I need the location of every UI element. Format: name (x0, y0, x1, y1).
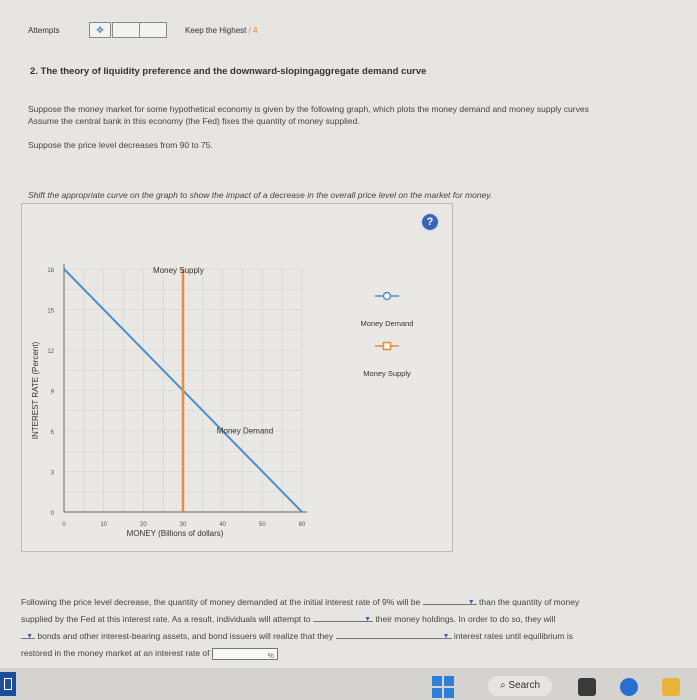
x-axis-label: MONEY (Billions of dollars) (127, 529, 224, 538)
sentence-1a: Following the price level decrease, the … (21, 597, 421, 607)
x-tick-label: 10 (100, 522, 107, 528)
x-tick-label: 60 (299, 522, 306, 528)
windows-start-icon[interactable] (432, 676, 454, 698)
app-icon[interactable] (0, 672, 16, 696)
sentence-3a: bonds and other interest-bearing assets,… (37, 631, 334, 641)
attempt-slot (112, 22, 140, 38)
y-tick-label: 12 (47, 349, 54, 355)
sentence-3b: interest rates until equilibrium is (453, 631, 573, 641)
search-label: Search (508, 680, 541, 691)
file-explorer-icon[interactable] (578, 678, 596, 696)
question-text: Following the price level decrease, the … (21, 594, 691, 662)
y-tick-label: 6 (51, 430, 55, 436)
x-tick-label: 40 (219, 522, 226, 528)
attempt-indicator: ✥ (89, 22, 111, 38)
sentence-2b: their money holdings. In order to do so,… (375, 614, 556, 624)
x-tick-label: 30 (180, 522, 187, 528)
browser-icon[interactable] (620, 678, 638, 696)
keep-label: Keep the Highest (185, 26, 247, 35)
y-tick-label: 9 (51, 390, 55, 396)
interest-rate-input[interactable]: % (211, 647, 278, 660)
legend-supply-label: Money Supply (363, 369, 411, 378)
y-tick-label: 3 (51, 471, 55, 477)
sentence-1b: than the quantity of money (479, 597, 580, 607)
y-tick-label: 0 (51, 511, 55, 517)
supply-curve-label: Money Supply (153, 266, 204, 275)
demand-curve-label: Money Demand (217, 427, 273, 436)
quantity-comparison-dropdown[interactable]: ▼ (422, 594, 477, 606)
percent-unit: % (267, 652, 274, 660)
holdings-action-dropdown[interactable]: ▼ (313, 611, 373, 623)
x-tick-label: 20 (140, 522, 147, 528)
x-tick-label: 0 (62, 522, 66, 528)
y-axis-label: INTEREST RATE (Percent) (31, 341, 40, 439)
bond-action-dropdown[interactable]: ▼ (21, 628, 35, 640)
legend-demand-label: Money Demand (361, 319, 414, 328)
taskbar-search-button[interactable]: ⌕ Search (488, 676, 552, 696)
instruction-text: Shift the appropriate curve on the graph… (28, 190, 493, 200)
legend-demand-handle[interactable] (382, 291, 392, 301)
legend-supply-handle[interactable] (382, 341, 392, 351)
sentence-4a: restored in the money market at an inter… (21, 648, 210, 658)
y-tick-label: 15 (47, 309, 54, 315)
keep-score: / 4 (248, 26, 258, 35)
bond-issuer-dropdown[interactable]: ▼ (335, 628, 452, 640)
money-market-graph: 0 3 6 9 12 15 18 0 10 20 30 40 50 60 Money Supply Mon… (31, 264, 414, 538)
assignment-page: Attempts ✥ Keep the Highest / 4 2. The t… (0, 0, 697, 668)
x-tick-label: 50 (259, 522, 266, 528)
question-para-2: Assume the central bank in this economy … (28, 116, 360, 126)
question-title: 2. The theory of liquidity preference an… (30, 66, 427, 77)
attempt-slot (139, 22, 167, 38)
attempts-label: Attempts (28, 26, 60, 35)
folder-icon[interactable] (662, 678, 680, 696)
keep-highest: Keep the Highest / 4 (185, 26, 258, 35)
graph-panel: ? 0 3 6 9 12 15 18 0 10 20 30 40 50 60 Money Supply M… (21, 203, 453, 552)
price-change-text: Suppose the price level decreases from 9… (28, 140, 213, 150)
sentence-2a: supplied by the Fed at this interest rat… (21, 614, 311, 624)
legend: Money Demand Money Supply (361, 291, 414, 378)
y-tick-label: 18 (47, 268, 54, 274)
